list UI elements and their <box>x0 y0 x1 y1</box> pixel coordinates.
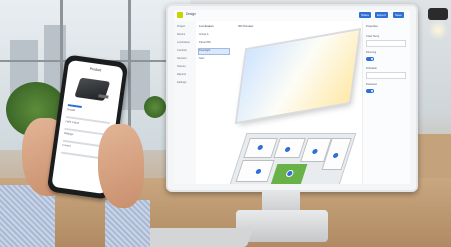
schedule-field[interactable] <box>366 72 406 79</box>
plant <box>144 96 166 118</box>
phone-row[interactable]: Wattage <box>64 132 74 136</box>
logo-chip <box>177 12 183 18</box>
office-scene: Design Share Export Save Project Rooms L… <box>0 0 451 247</box>
right-hand <box>98 124 144 208</box>
color-temp-field[interactable] <box>366 40 406 47</box>
export-button[interactable]: Export <box>375 12 388 18</box>
presence-label: Presence <box>366 83 377 86</box>
phone-row[interactable]: Control <box>62 144 71 148</box>
toggle-knob <box>371 58 373 60</box>
sidebar-item-rooms[interactable]: Rooms <box>177 33 185 36</box>
color-temp-label: Color Temp <box>366 35 380 38</box>
sidebar-item-sensors[interactable]: Sensors <box>177 57 187 60</box>
panel-title: Luminaires <box>199 24 214 28</box>
panel-row[interactable]: Panel 600 <box>199 41 211 44</box>
monitor-screen: Design Share Export Save Project Rooms L… <box>174 10 410 184</box>
schedule-label: Schedule <box>366 67 377 70</box>
toggle-knob <box>371 90 373 92</box>
sidebar-item-luminaires[interactable]: Luminaires <box>177 41 190 44</box>
sidebar-item-project[interactable]: Project <box>177 25 185 28</box>
wall-lamp <box>428 8 448 20</box>
properties-title: Properties <box>366 25 378 28</box>
led-panel-preview[interactable] <box>237 30 359 122</box>
panel-row-selected[interactable]: Downlight <box>199 49 210 52</box>
share-button[interactable]: Share <box>359 12 372 18</box>
floorplan-3d[interactable] <box>229 133 357 184</box>
phone-row[interactable]: Light output <box>65 120 79 125</box>
sidebar-item-reports[interactable]: Reports <box>177 73 186 76</box>
sidebar: Project Rooms Luminaires Controls Sensor… <box>174 21 197 184</box>
viewport-label: 3D Preview <box>238 24 254 28</box>
dimming-label: Dimming <box>366 51 377 54</box>
phone-row[interactable]: Details <box>67 108 75 112</box>
main-viewport[interactable]: 3D Preview <box>229 21 362 184</box>
sidebar-item-settings[interactable]: Settings <box>177 81 186 84</box>
dimming-toggle[interactable] <box>366 57 374 61</box>
sidebar-item-controls[interactable]: Controls <box>177 49 187 52</box>
luminaire-panel: Luminaires Group A Panel 600 Downlight S… <box>196 21 235 184</box>
monitor: Design Share Export Save Project Rooms L… <box>166 4 418 192</box>
presence-toggle[interactable] <box>366 89 374 93</box>
app-name: Design <box>186 12 196 16</box>
save-button[interactable]: Save <box>393 12 404 18</box>
lamp-glow <box>428 20 448 40</box>
panel-row[interactable]: Spot <box>199 57 204 60</box>
sidebar-item-scenes[interactable]: Scenes <box>177 65 186 68</box>
panel-row[interactable]: Group A <box>199 33 209 36</box>
phone-title: Product <box>89 66 102 73</box>
keyboard <box>136 228 254 247</box>
properties-pane: Properties Color Temp Dimming Schedule P… <box>362 21 410 184</box>
